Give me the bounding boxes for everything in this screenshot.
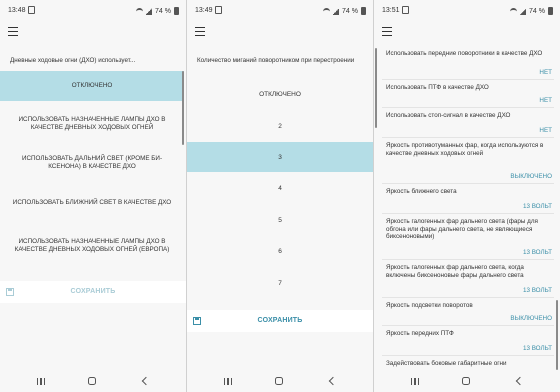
battery-icon [361,7,366,15]
back-icon[interactable] [515,376,525,386]
setting-value: 13 ВОЛЬТ [522,287,552,294]
android-nav-bar [374,372,560,392]
setting-title: Количество миганий поворотником при пере… [197,57,355,64]
setting-value: НЕТ [539,127,552,134]
status-right: 74 % [510,7,553,15]
option-disabled[interactable]: ОТКЛЮЧЕНО [187,79,373,109]
signal-icon [520,7,527,15]
setting-value: НЕТ [539,97,552,104]
setting-side-marker-lights[interactable]: Задействовать боковые габаритные огни [382,356,554,372]
setting-halogen-high-beam-bixenon-brightness[interactable]: Яркость галогенных фар дальнего света, к… [382,260,554,298]
setting-label: Яркость галогенных фар дальнего света (ф… [386,218,538,241]
back-icon[interactable] [328,376,338,386]
back-icon[interactable] [141,376,151,386]
android-nav-bar [187,372,373,392]
option-disabled[interactable]: ОТКЛЮЧЕНО [0,71,184,101]
android-nav-bar [0,372,186,392]
battery-icon [548,7,553,15]
setting-label: Яркость ближнего света [386,188,457,195]
setting-front-turn-signals-drl[interactable]: Использовать передние поворотники в каче… [382,46,554,80]
home-icon[interactable] [462,377,470,385]
screenshot-collage: 13:48 74 % Дневные ходовые огни (ДХО) ис… [0,0,560,392]
save-bar: СОХРАНИТЬ [0,281,186,303]
setting-label: Яркость передних ПТФ [386,330,454,337]
hamburger-menu-icon[interactable] [382,27,392,36]
recent-apps-icon[interactable] [37,378,45,385]
hamburger-menu-icon[interactable] [8,27,18,36]
save-button[interactable]: СОХРАНИТЬ [187,317,373,324]
setting-low-beam-brightness[interactable]: Яркость ближнего света 13 ВОЛЬТ [382,184,554,214]
setting-fog-lights-drl[interactable]: Использовать ПТФ в качестве ДХО НЕТ [382,80,554,108]
setting-front-fog-brightness[interactable]: Яркость передних ПТФ 13 ВОЛЬТ [382,326,554,356]
gallery-notification-icon [402,6,409,14]
setting-halogen-high-beam-brightness[interactable]: Яркость галогенных фар дальнего света (ф… [382,214,554,260]
setting-label: Использовать передние поворотники в каче… [386,50,543,57]
option-7[interactable]: 7 [187,268,373,298]
setting-value: 13 ВОЛЬТ [522,345,552,352]
status-right: 74 % [323,7,366,15]
status-bar: 13:48 74 % [0,0,186,22]
app-bar [374,22,560,42]
battery-percent: 74 % [342,7,358,15]
option-4[interactable]: 4 [187,173,373,203]
setting-cornering-light-brightness[interactable]: Яркость подсветки поворотов ВЫКЛЮЧЕНО [382,298,554,326]
home-icon[interactable] [88,377,96,385]
battery-percent: 74 % [529,7,545,15]
setting-title: Дневные ходовые огни (ДХО) использует... [10,57,136,64]
home-icon[interactable] [275,377,283,385]
status-time: 13:48 [8,7,26,14]
setting-value: ВЫКЛЮЧЕНО [510,315,552,322]
wifi-icon [510,7,518,15]
option-dedicated-drl-lamps[interactable]: ИСПОЛЬЗОВАТЬ НАЗНАЧЕННЫЕ ЛАМПЫ ДХО В КАЧ… [0,108,184,140]
status-time: 13:51 [382,7,400,14]
option-3[interactable]: 3 [187,142,373,172]
wifi-icon [323,7,331,15]
battery-percent: 74 % [155,7,171,15]
setting-value: 13 ВОЛЬТ [522,249,552,256]
gallery-notification-icon [28,6,35,14]
status-bar: 13:49 74 % [187,0,373,22]
setting-fog-brightness-drl[interactable]: Яркость противотуманных фар, когда испол… [382,138,554,184]
option-6[interactable]: 6 [187,236,373,266]
app-bar [187,22,373,42]
wifi-icon [136,7,144,15]
panel-turn-signal-blinks: 13:49 74 % Количество миганий поворотник… [187,0,373,392]
signal-icon [333,7,340,15]
battery-icon [174,7,179,15]
recent-apps-icon[interactable] [411,378,419,385]
setting-label: Яркость подсветки поворотов [386,302,473,309]
option-dedicated-drl-europe[interactable]: ИСПОЛЬЗОВАТЬ НАЗНАЧЕННЫЕ ЛАМПЫ ДХО В КАЧ… [0,226,184,266]
panel-lighting-settings-list: 13:51 74 % Использовать передние поворот… [374,0,560,392]
setting-label: Яркость галогенных фар дальнего света, к… [386,264,524,279]
option-2[interactable]: 2 [187,111,373,141]
setting-label: Яркость противотуманных фар, когда испол… [386,142,544,157]
setting-brake-light-drl[interactable]: Использовать стоп-сигнал в качестве ДХО … [382,108,554,138]
signal-icon [146,7,153,15]
status-bar: 13:51 74 % [374,0,560,22]
scrollbar-panel3-left[interactable] [375,48,377,128]
hamburger-menu-icon[interactable] [195,27,205,36]
status-right: 74 % [136,7,179,15]
scrollbar-panel1[interactable] [182,71,184,145]
setting-value: НЕТ [539,69,552,76]
save-bar: СОХРАНИТЬ [187,310,373,332]
app-bar [0,22,186,42]
save-button[interactable]: СОХРАНИТЬ [0,288,186,295]
option-low-beam-drl[interactable]: ИСПОЛЬЗОВАТЬ БЛИЖНИЙ СВЕТ В КАЧЕСТВЕ ДХО [0,187,184,219]
option-5[interactable]: 5 [187,205,373,235]
status-time: 13:49 [195,7,213,14]
setting-label: Использовать ПТФ в качестве ДХО [386,84,489,91]
setting-value: 13 ВОЛЬТ [522,203,552,210]
option-high-beam-drl[interactable]: ИСПОЛЬЗОВАТЬ ДАЛЬНИЙ СВЕТ (КРОМЕ БИ-КСЕН… [0,147,184,179]
panel-drl-mode: 13:48 74 % Дневные ходовые огни (ДХО) ис… [0,0,186,392]
setting-label: Использовать стоп-сигнал в качестве ДХО [386,112,511,119]
setting-value: ВЫКЛЮЧЕНО [510,173,552,180]
scrollbar-panel3-right[interactable] [556,300,558,370]
recent-apps-icon[interactable] [224,378,232,385]
gallery-notification-icon [215,6,222,14]
setting-label: Задействовать боковые габаритные огни [386,360,507,367]
